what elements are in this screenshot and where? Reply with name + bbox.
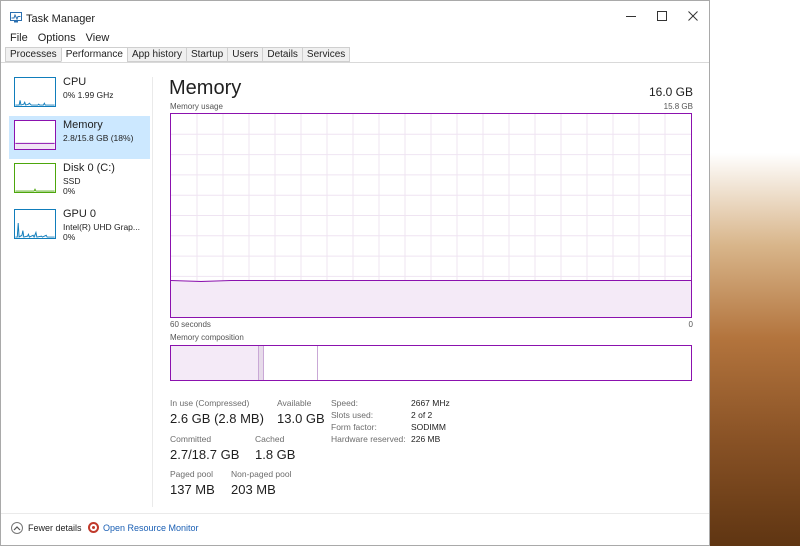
sidebar-item-disk[interactable]: Disk 0 (C:) SSD 0% (9, 159, 150, 202)
window-title: Task Manager (26, 13, 96, 25)
gpu-graph-icon (14, 209, 56, 239)
speed-value: 2667 MHz (411, 398, 450, 408)
tab-details[interactable]: Details (262, 47, 302, 62)
graph-time-end: 0 (688, 320, 693, 329)
tab-bar: Processes Performance App history Startu… (5, 47, 351, 62)
memory-total: 16.0 GB (648, 85, 693, 99)
title-bar[interactable]: Task Manager (1, 1, 709, 31)
memory-composition-label: Memory composition (170, 333, 244, 342)
non-paged-pool-label: Non-paged pool (231, 469, 292, 479)
resource-monitor-label: Open Resource Monitor (103, 522, 199, 533)
task-manager-app-icon (10, 12, 22, 23)
sidebar-item-detail: SSD (63, 176, 81, 186)
hardware-reserved-label: Hardware reserved: (331, 434, 406, 444)
tab-startup[interactable]: Startup (185, 47, 228, 62)
memory-usage-graph (170, 113, 692, 318)
paged-pool-value: 137 MB (170, 482, 215, 497)
composition-in-use (171, 346, 259, 380)
non-paged-pool-value: 203 MB (231, 482, 276, 497)
minimize-icon (626, 16, 636, 17)
sidebar-item-usage: 0% (63, 186, 76, 196)
hardware-reserved-value: 226 MB (411, 434, 441, 444)
open-resource-monitor-link[interactable]: Open Resource Monitor (88, 522, 199, 533)
fewer-details-label: Fewer details (28, 523, 82, 533)
memory-graph-icon (14, 120, 56, 150)
cpu-graph-icon (14, 77, 56, 107)
slots-used-value: 2 of 2 (411, 410, 433, 420)
committed-value: 2.7/18.7 GB (170, 447, 240, 462)
available-label: Available (277, 398, 312, 408)
sidebar-item-cpu[interactable]: CPU 0% 1.99 GHz (9, 73, 150, 116)
sidebar-item-detail: 0% 1.99 GHz (63, 90, 114, 100)
available-value: 13.0 GB (277, 411, 325, 426)
maximize-button[interactable] (646, 1, 678, 31)
maximize-icon (657, 11, 667, 21)
in-use-value: 2.6 GB (2.8 MB) (170, 411, 264, 426)
form-factor-label: Form factor: (331, 422, 377, 432)
memory-usage-label: Memory usage (170, 102, 223, 111)
sidebar-item-label: CPU (63, 76, 87, 88)
sidebar-item-label: GPU 0 (63, 208, 97, 220)
menu-bar: File Options View (5, 31, 114, 45)
speed-label: Speed: (331, 398, 358, 408)
graph-time-start: 60 seconds (170, 320, 211, 329)
paged-pool-label: Paged pool (170, 469, 214, 479)
resource-sidebar: CPU 0% 1.99 GHz Memory 2.8/15.8 GB (18%)… (9, 73, 150, 248)
menu-file[interactable]: File (5, 31, 33, 45)
tab-services[interactable]: Services (301, 47, 351, 62)
sidebar-item-usage: 0% (63, 232, 76, 242)
minimize-button[interactable] (615, 1, 647, 31)
close-button[interactable] (677, 1, 709, 31)
sidebar-divider (152, 77, 153, 507)
close-icon (688, 11, 698, 21)
menu-options[interactable]: Options (33, 31, 81, 45)
sidebar-item-gpu[interactable]: GPU 0 Intel(R) UHD Grap... 0% (9, 205, 150, 248)
chevron-up-icon (11, 522, 23, 534)
menu-view[interactable]: View (81, 31, 115, 45)
fewer-details-button[interactable]: Fewer details (11, 522, 82, 534)
committed-label: Committed (170, 434, 212, 444)
cached-label: Cached (255, 434, 285, 444)
sidebar-item-label: Memory (63, 119, 103, 131)
memory-usage-chart (170, 114, 691, 317)
tab-app-history[interactable]: App history (126, 47, 186, 62)
sidebar-item-memory[interactable]: Memory 2.8/15.8 GB (18%) (9, 116, 150, 159)
task-manager-window: Task Manager File Options View Processes… (0, 0, 710, 546)
sidebar-item-detail: Intel(R) UHD Grap... (63, 222, 140, 232)
memory-composition-bar (170, 345, 692, 381)
tab-divider (1, 62, 709, 63)
composition-standby (264, 346, 318, 380)
memory-usage-area (171, 280, 691, 317)
page-title: Memory (169, 77, 242, 99)
tab-performance[interactable]: Performance (60, 47, 127, 62)
memory-usage-max: 15.8 GB (663, 102, 693, 111)
slots-used-label: Slots used: (331, 410, 374, 420)
tab-processes[interactable]: Processes (5, 47, 61, 62)
resource-monitor-icon (88, 522, 99, 533)
form-factor-value: SODIMM (411, 422, 446, 432)
sidebar-item-label: Disk 0 (C:) (63, 162, 115, 174)
footer-divider (1, 513, 709, 514)
in-use-label: In use (Compressed) (170, 398, 250, 408)
disk-graph-icon (14, 163, 56, 193)
sidebar-item-detail: 2.8/15.8 GB (18%) (63, 133, 134, 143)
cached-value: 1.8 GB (255, 447, 296, 462)
tab-users[interactable]: Users (227, 47, 263, 62)
